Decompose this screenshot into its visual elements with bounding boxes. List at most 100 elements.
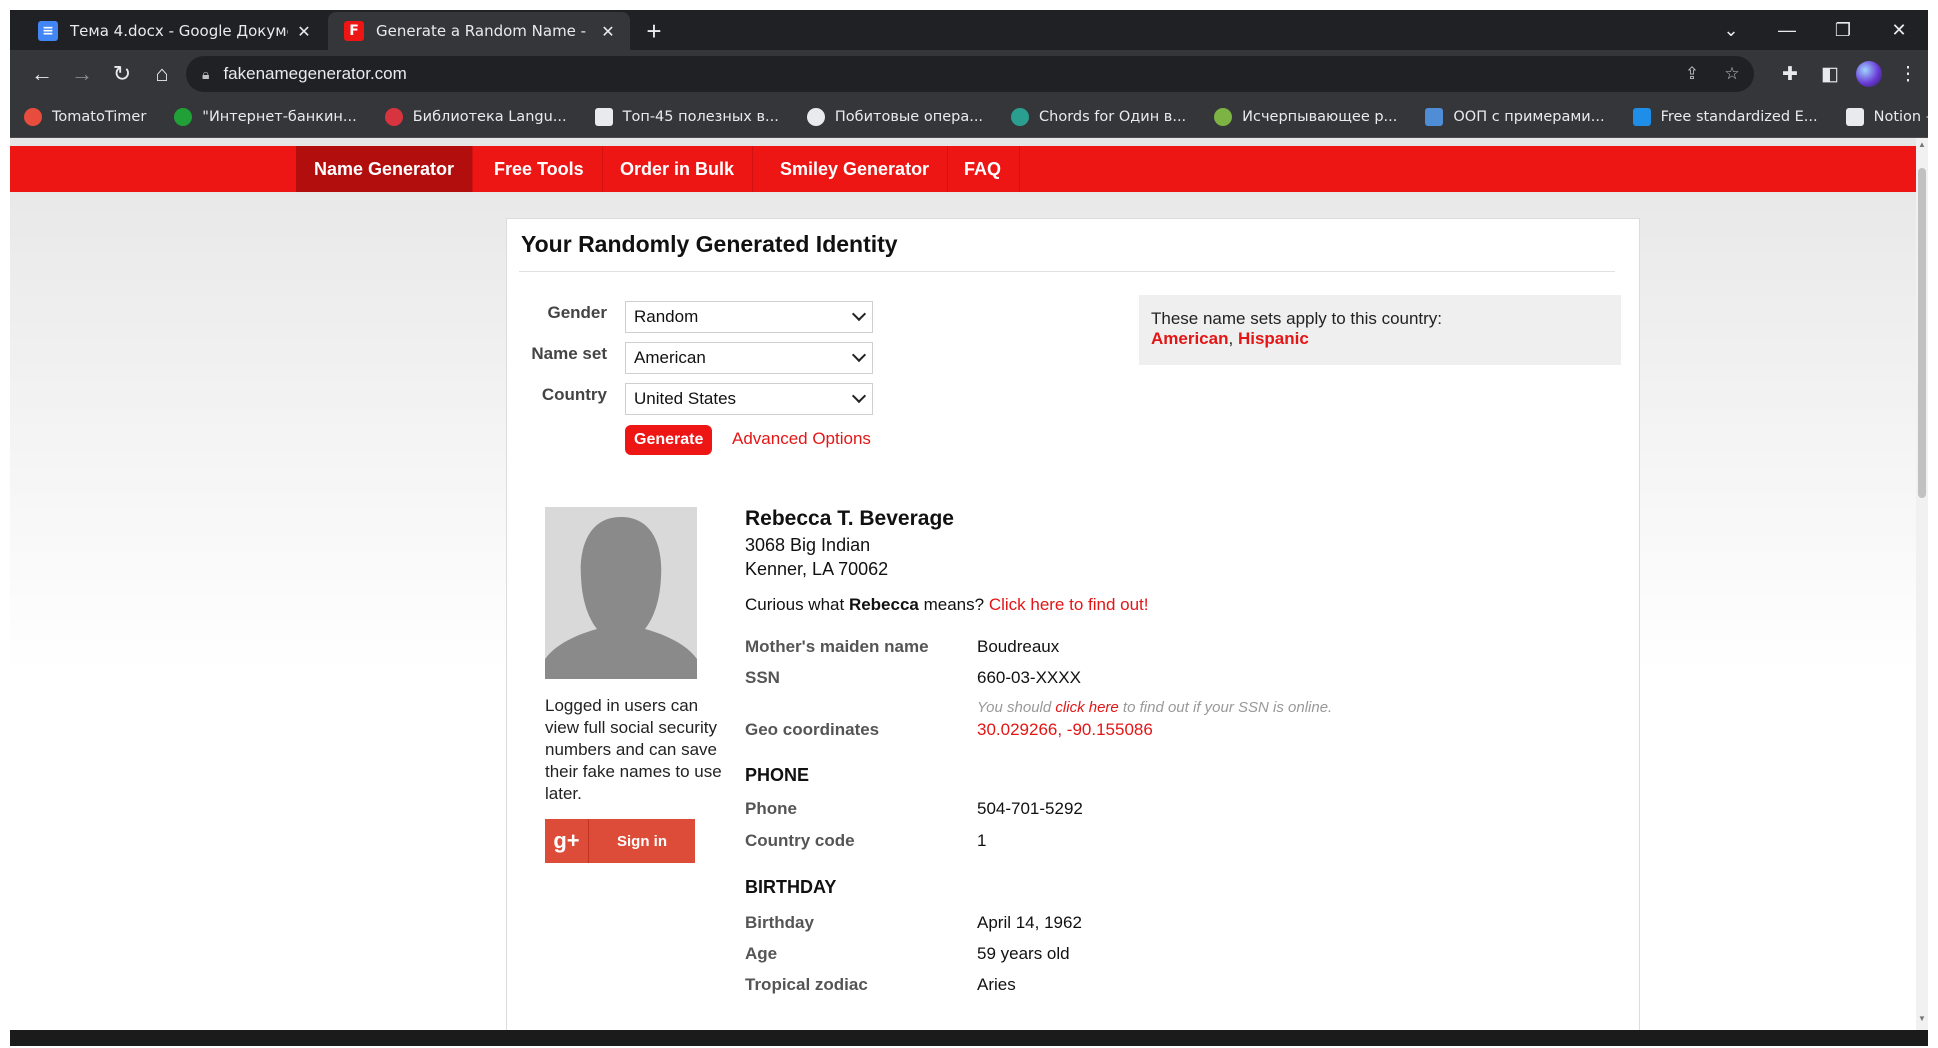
fakenamegenerator-favicon: F (344, 21, 364, 41)
bookmark-label: "Интернет-банкин... (202, 108, 357, 125)
generate-button[interactable]: Generate (625, 425, 713, 455)
country-select[interactable]: United States (625, 383, 873, 415)
nameset-link-hispanic[interactable]: Hispanic (1238, 329, 1309, 348)
phone-heading: PHONE (745, 765, 810, 785)
chevron-down-icon (851, 347, 867, 363)
back-icon[interactable]: ← (24, 56, 60, 92)
bookmark-item[interactable]: ООП с примерами... (1425, 107, 1605, 126)
name-meaning-text: Curious what Rebecca means? Click here t… (745, 595, 1149, 615)
minimize-icon[interactable]: — (1760, 10, 1814, 50)
curious-prefix: Curious what (745, 595, 849, 614)
login-note: Logged in users can view full social sec… (545, 696, 722, 803)
page-content: Name Generator Free Tools Order in Bulk … (10, 138, 1916, 1030)
side-panel-icon[interactable]: ◧ (1812, 56, 1848, 92)
age-value: 59 years old (977, 944, 1070, 963)
advanced-options-link[interactable]: Advanced Options (732, 429, 871, 449)
close-tab-icon[interactable]: ✕ (294, 22, 314, 41)
bookmark-item[interactable]: Библиотека Langu... (384, 107, 567, 126)
leaf-icon (1214, 107, 1233, 126)
nav-smiley-generator[interactable]: Smiley Generator (762, 146, 949, 192)
nav-faq[interactable]: FAQ (946, 146, 1021, 192)
browser-toolbar: ← → ↻ ⌂ 🔒︎ fakenamegenerator.com ⇪ ☆ ✚ ◧… (10, 50, 1928, 96)
url-text: fakenamegenerator.com (223, 64, 407, 83)
bookmark-label: Библиотека Langu... (412, 108, 567, 125)
birthday-value: April 14, 1962 (977, 913, 1082, 932)
name-meaning-link[interactable]: Click here to find out! (989, 595, 1149, 614)
reload-icon[interactable]: ↻ (104, 56, 140, 92)
bookmark-item[interactable]: "Интернет-банкин... (174, 107, 357, 126)
bookmark-label: Исчерпывающее р... (1242, 108, 1398, 125)
tab-strip: ≡ Тема 4.docx - Google Документы ✕ F Gen… (10, 10, 1928, 50)
bookmark-item[interactable]: Исчерпывающее р... (1214, 107, 1398, 126)
nameset-value: American (634, 348, 706, 367)
os-taskbar (10, 1030, 1928, 1046)
nameset-link-american[interactable]: American (1151, 329, 1228, 348)
nav-order-in-bulk[interactable]: Order in Bulk (602, 146, 754, 192)
bookmark-label: Notion – The all-in-... (1873, 108, 1928, 125)
birthday-heading: BIRTHDAY (745, 877, 837, 897)
avatar-silhouette (545, 507, 697, 679)
forward-icon[interactable]: → (64, 56, 100, 92)
new-tab-icon[interactable]: + (636, 14, 672, 48)
ssn-hint: You should click here to find out if you… (977, 699, 1332, 716)
lock-icon[interactable]: 🔒︎ (202, 66, 209, 83)
tab-title: Generate a Random Name - Fake Name Gener… (376, 22, 592, 40)
bookmark-item[interactable]: Chords for Один в... (1011, 107, 1187, 126)
bookmark-item[interactable]: Топ-45 полезных в... (594, 107, 779, 126)
tab-search-icon[interactable]: ⌄ (1704, 10, 1758, 50)
address-bar[interactable]: 🔒︎ fakenamegenerator.com ⇪ ☆ (186, 56, 1754, 92)
google-docs-icon: ≡ (38, 21, 58, 41)
country-code-label: Country code (745, 831, 855, 850)
nav-name-generator[interactable]: Name Generator (296, 146, 474, 192)
share-icon[interactable]: ⇪ (1678, 60, 1706, 88)
tab-fakenamegenerator[interactable]: F Generate a Random Name - Fake Name Gen… (328, 12, 630, 50)
nav-free-tools[interactable]: Free Tools (476, 146, 603, 192)
bookmark-star-icon[interactable]: ☆ (1718, 60, 1746, 88)
profile-avatar[interactable] (1856, 61, 1882, 87)
ssn-hint-prefix: You should (977, 699, 1056, 716)
gender-value: Random (634, 307, 699, 326)
country-namesets-text: These name sets apply to this country: (1151, 309, 1443, 328)
scroll-down-icon[interactable]: ▼ (1916, 1014, 1928, 1028)
bookmark-item[interactable]: Notion – The all-in-... (1845, 107, 1928, 126)
bookmark-item[interactable]: Побитовые опера... (806, 107, 984, 126)
scroll-up-icon[interactable]: ▲ (1916, 140, 1928, 154)
geo-coordinates-link[interactable]: 30.029266, -90.155086 (977, 720, 1153, 740)
google-signin-button[interactable]: g+ Sign in (545, 819, 695, 863)
country-label: Country (541, 385, 607, 404)
notion-icon (1845, 107, 1864, 126)
signin-label: Sign in (617, 832, 667, 850)
bookmark-label: ООП с примерами... (1453, 108, 1605, 125)
zodiac-label: Tropical zodiac (745, 975, 868, 994)
bookmark-item[interactable]: TomatoTimer (24, 107, 147, 126)
identity-name: Rebecca T. Beverage (745, 507, 954, 530)
google-plus-icon: g+ (545, 819, 589, 863)
language-library-icon (384, 107, 403, 126)
bookmarks-bar: TomatoTimer "Интернет-банкин... Библиоте… (10, 96, 1928, 138)
curious-name: Rebecca (848, 595, 919, 614)
bookmark-label: Chords for Один в... (1039, 108, 1187, 125)
country-value: United States (634, 389, 737, 408)
close-window-icon[interactable]: ✕ (1872, 10, 1926, 50)
bookmark-label: TomatoTimer (52, 108, 147, 125)
close-tab-icon[interactable]: ✕ (598, 22, 618, 41)
bookmark-label: Побитовые опера... (834, 108, 984, 125)
home-icon[interactable]: ⌂ (144, 56, 180, 92)
nameset-select[interactable]: American (625, 342, 873, 374)
country-code-value: 1 (977, 831, 987, 850)
ssn-check-link[interactable]: click here (1055, 699, 1118, 716)
restore-icon[interactable]: ❐ (1816, 10, 1870, 50)
site-navbar: Name Generator Free Tools Order in Bulk … (10, 146, 1916, 192)
gender-select[interactable]: Random (625, 301, 873, 333)
extensions-icon[interactable]: ✚ (1772, 56, 1808, 92)
tab-google-docs[interactable]: ≡ Тема 4.docx - Google Документы ✕ (22, 12, 326, 50)
ssn-hint-suffix: to find out if your SSN is online. (1118, 699, 1333, 716)
menu-icon[interactable]: ⋮ (1890, 56, 1926, 92)
scrollbar-thumb[interactable] (1918, 168, 1926, 498)
bookmark-item[interactable]: Free standardized E... (1632, 107, 1818, 126)
tomato-icon (24, 107, 42, 126)
page-scrollbar[interactable]: ▲ ▼ (1916, 138, 1928, 1030)
birthday-label: Birthday (745, 913, 814, 932)
page-title: Your Randomly Generated Identity (521, 231, 898, 257)
chevron-down-icon (851, 388, 867, 404)
